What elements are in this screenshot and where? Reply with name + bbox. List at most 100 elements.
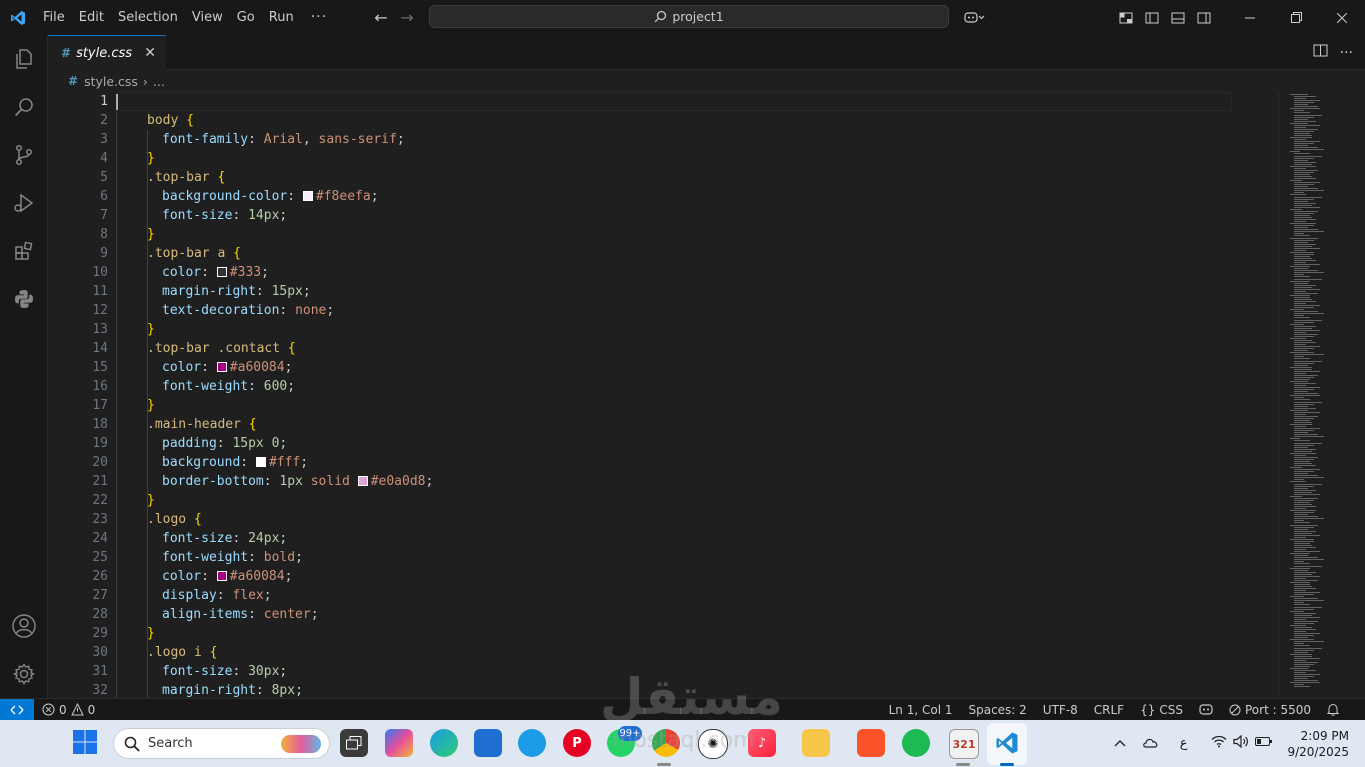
source-control-icon[interactable]	[0, 131, 48, 179]
pinterest-icon[interactable]: P	[563, 729, 591, 757]
copilot-app-icon[interactable]	[385, 729, 413, 757]
edge-browser-icon[interactable]	[430, 729, 458, 757]
toggle-primary-sidebar-icon[interactable]	[1139, 0, 1165, 35]
cursor-position[interactable]: Ln 1, Col 1	[881, 703, 961, 717]
extensions-icon[interactable]	[0, 227, 48, 275]
minimap-line	[1290, 137, 1312, 139]
minimap-line	[1290, 424, 1312, 426]
minimap-line	[1294, 405, 1308, 407]
end-of-line[interactable]: CRLF	[1086, 703, 1132, 717]
minimap[interactable]	[1288, 92, 1358, 698]
remote-indicator-icon[interactable]	[0, 699, 34, 720]
minimap-line	[1294, 225, 1314, 227]
minimap-line	[1294, 387, 1320, 389]
code-line: font-size: 14px;	[162, 206, 287, 225]
copilot-status-icon[interactable]	[1191, 703, 1221, 716]
vscode-taskbar-icon[interactable]	[993, 729, 1021, 757]
code-line: margin-right: 15px;	[162, 282, 311, 301]
brave-browser-icon[interactable]	[857, 729, 885, 757]
search-view-icon[interactable]	[0, 83, 48, 131]
problems-indicator[interactable]: 0 0	[42, 699, 95, 720]
windows-start-icon[interactable]	[72, 729, 100, 757]
tab-close-icon[interactable]: ✕	[144, 45, 156, 61]
breadcrumb-file[interactable]: style.css	[84, 74, 138, 89]
code-editor[interactable]: 1 2 3 4 5 6 7 8 9 10 11 12 13 14 15 16 17 18 19 20 21 22 23 24 2…	[48, 92, 1365, 698]
battery-icon[interactable]	[1255, 736, 1273, 751]
minimap-line	[1294, 274, 1304, 276]
minimap-line	[1294, 196, 1322, 198]
color-swatch	[302, 191, 313, 201]
minimap-line	[1294, 335, 1314, 337]
code-token: :	[216, 436, 233, 451]
breadcrumb-more[interactable]: ...	[153, 74, 165, 89]
no-entry-icon	[1229, 704, 1241, 715]
menu-more-button[interactable]: ···	[301, 0, 337, 35]
minimap-line	[1294, 426, 1306, 428]
customize-layout-icon[interactable]	[1113, 0, 1139, 35]
menu-file[interactable]: File	[36, 0, 72, 35]
indentation[interactable]: Spaces: 2	[960, 703, 1034, 717]
settings-gear-icon[interactable]	[0, 650, 48, 698]
menu-view[interactable]: View	[185, 0, 230, 35]
code-token: ;	[284, 569, 293, 584]
more-actions-icon[interactable]: ···	[1340, 45, 1353, 61]
minimap-line	[1294, 210, 1318, 212]
toggle-secondary-sidebar-icon[interactable]	[1191, 0, 1217, 35]
minimap-line	[1294, 278, 1322, 280]
python-icon[interactable]	[0, 275, 48, 323]
input-language[interactable]: ع	[1180, 736, 1188, 751]
minimap-line	[1290, 337, 1306, 339]
accounts-icon[interactable]	[0, 602, 48, 650]
code-token: }	[147, 322, 155, 337]
toggle-panel-icon[interactable]	[1165, 0, 1191, 35]
minimap-line	[1290, 553, 1310, 555]
weather-cloud-icon[interactable]	[1142, 736, 1160, 752]
minimap-line	[1294, 354, 1324, 356]
code-token: :	[255, 683, 272, 698]
volume-icon[interactable]	[1233, 734, 1249, 752]
minimap-line	[1294, 340, 1312, 341]
close-window-icon[interactable]	[1319, 0, 1365, 35]
code-token: ;	[295, 683, 303, 698]
task-view-icon[interactable]	[340, 729, 368, 757]
store-icon[interactable]	[474, 729, 502, 757]
minimize-icon[interactable]	[1227, 0, 1273, 35]
language-mode[interactable]: {} CSS	[1132, 703, 1191, 717]
editor-actions: ···	[1313, 35, 1353, 70]
minimap-line	[1294, 206, 1320, 208]
chevron-right-icon: ›	[142, 73, 148, 89]
live-server-port[interactable]: Port : 5500	[1221, 703, 1319, 717]
run-debug-icon[interactable]	[0, 179, 48, 227]
code-line: }	[147, 491, 155, 510]
line-number: 3	[100, 132, 108, 147]
wifi-icon[interactable]	[1211, 735, 1227, 752]
minimap-line	[1294, 454, 1306, 456]
menu-edit[interactable]: Edit	[72, 0, 111, 35]
menu-selection[interactable]: Selection	[111, 0, 185, 35]
split-editor-icon[interactable]	[1313, 43, 1328, 62]
code-token: 15px 0	[232, 436, 280, 451]
command-center-search[interactable]: project1	[429, 5, 949, 28]
encoding[interactable]: UTF-8	[1035, 703, 1086, 717]
chevron-up-icon[interactable]	[1114, 736, 1126, 751]
explorer-icon[interactable]	[0, 35, 48, 83]
line-number: 5	[100, 170, 108, 185]
copilot-icon[interactable]	[955, 0, 995, 35]
minimap-line	[1294, 508, 1306, 510]
calendar-app-icon[interactable]: 321	[949, 729, 979, 759]
notifications-bell-icon[interactable]	[1319, 703, 1347, 716]
chat-app-icon[interactable]	[518, 729, 546, 757]
spotify-icon[interactable]	[902, 729, 930, 757]
back-arrow-icon[interactable]: ←	[368, 8, 394, 27]
tab-style-css[interactable]: # style.css ✕	[48, 35, 166, 70]
forward-arrow-icon[interactable]: →	[394, 8, 420, 27]
minimap-line	[1294, 579, 1318, 581]
line-number: 19	[92, 436, 108, 451]
menu-run[interactable]: Run	[262, 0, 301, 35]
file-explorer-icon[interactable]	[802, 729, 830, 757]
taskbar-search[interactable]: Search	[113, 728, 330, 759]
restore-icon[interactable]	[1273, 0, 1319, 35]
system-clock[interactable]: 2:09 PM 9/20/2025	[1287, 728, 1349, 760]
minimap-line	[1294, 407, 1316, 409]
menu-go[interactable]: Go	[230, 0, 262, 35]
